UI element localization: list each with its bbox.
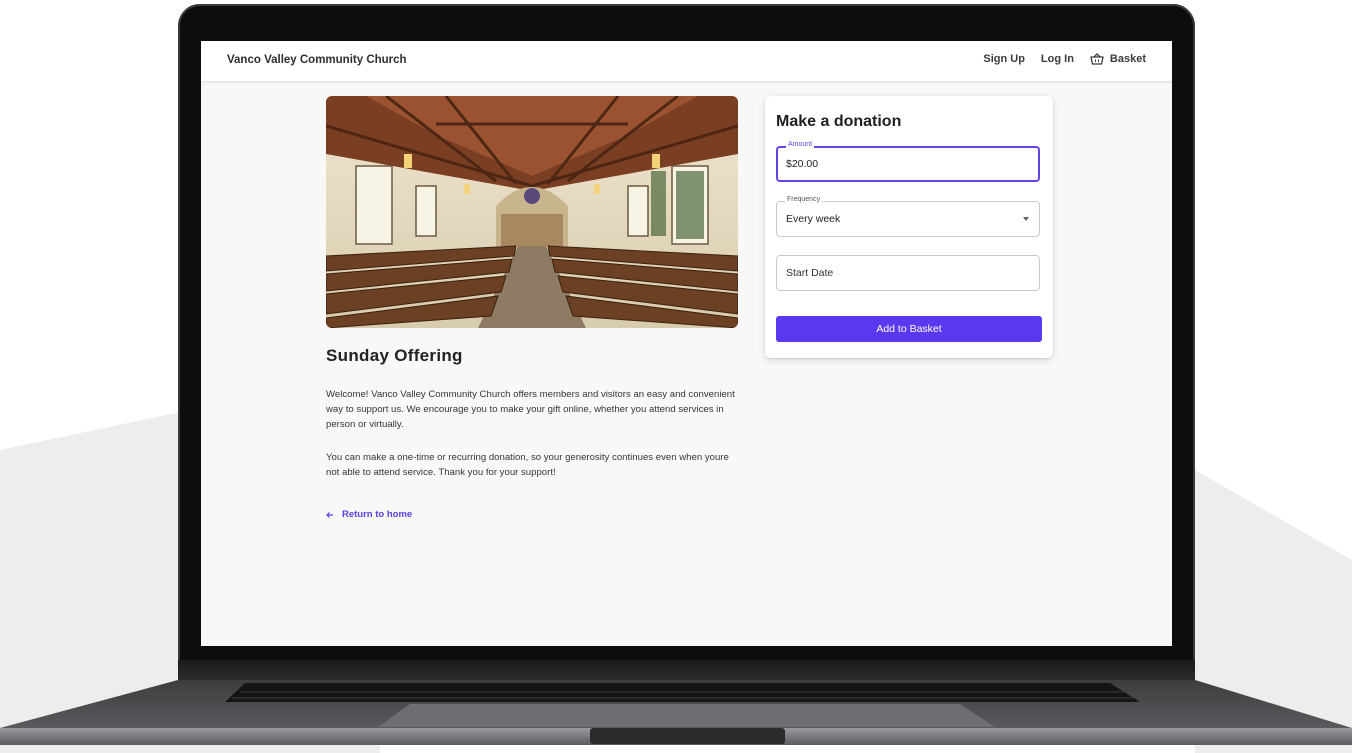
browser-screen: Vanco Valley Community Church Sign Up Lo… bbox=[201, 41, 1172, 646]
return-home-label: Return to home bbox=[342, 509, 413, 520]
amount-label: Amount bbox=[786, 141, 815, 148]
amount-value: $20.00 bbox=[786, 158, 819, 170]
site-brand[interactable]: Vanco Valley Community Church bbox=[227, 54, 407, 66]
signup-link[interactable]: Sign Up bbox=[983, 53, 1025, 65]
laptop-base bbox=[0, 680, 1352, 745]
arrow-left-icon bbox=[326, 511, 333, 518]
donation-paragraph: You can make a one-time or recurring don… bbox=[326, 452, 729, 478]
frequency-value: Every week bbox=[786, 213, 841, 225]
chevron-down-icon bbox=[1023, 217, 1029, 221]
basket-icon bbox=[1090, 53, 1104, 65]
basket-label: Basket bbox=[1109, 53, 1146, 65]
login-link[interactable]: Log In bbox=[1041, 53, 1074, 65]
return-home-link[interactable]: Return to home bbox=[326, 509, 412, 520]
basket-link[interactable]: Basket bbox=[1090, 53, 1146, 65]
frequency-label: Frequency bbox=[785, 196, 823, 203]
intro-paragraph: Welcome! Vanco Valley Community Church o… bbox=[326, 389, 735, 430]
navbar: Vanco Valley Community Church Sign Up Lo… bbox=[201, 41, 1172, 82]
donation-heading: Make a donation bbox=[776, 113, 902, 130]
donation-card: Make a donation Amount $20.00 Frequency … bbox=[765, 96, 1053, 358]
frequency-select[interactable]: Frequency Every week bbox=[776, 196, 1040, 237]
add-to-basket-button[interactable]: Add to Basket bbox=[776, 316, 1042, 342]
laptop-hinge bbox=[178, 660, 1195, 680]
amount-field[interactable]: Amount $20.00 bbox=[776, 141, 1040, 182]
start-date-field[interactable]: Start Date bbox=[776, 255, 1040, 291]
page-title: Sunday Offering bbox=[326, 346, 463, 365]
church-interior-image bbox=[326, 96, 738, 328]
nav-links: Sign Up Log In Basket bbox=[983, 53, 1146, 65]
start-date-placeholder: Start Date bbox=[786, 267, 834, 279]
